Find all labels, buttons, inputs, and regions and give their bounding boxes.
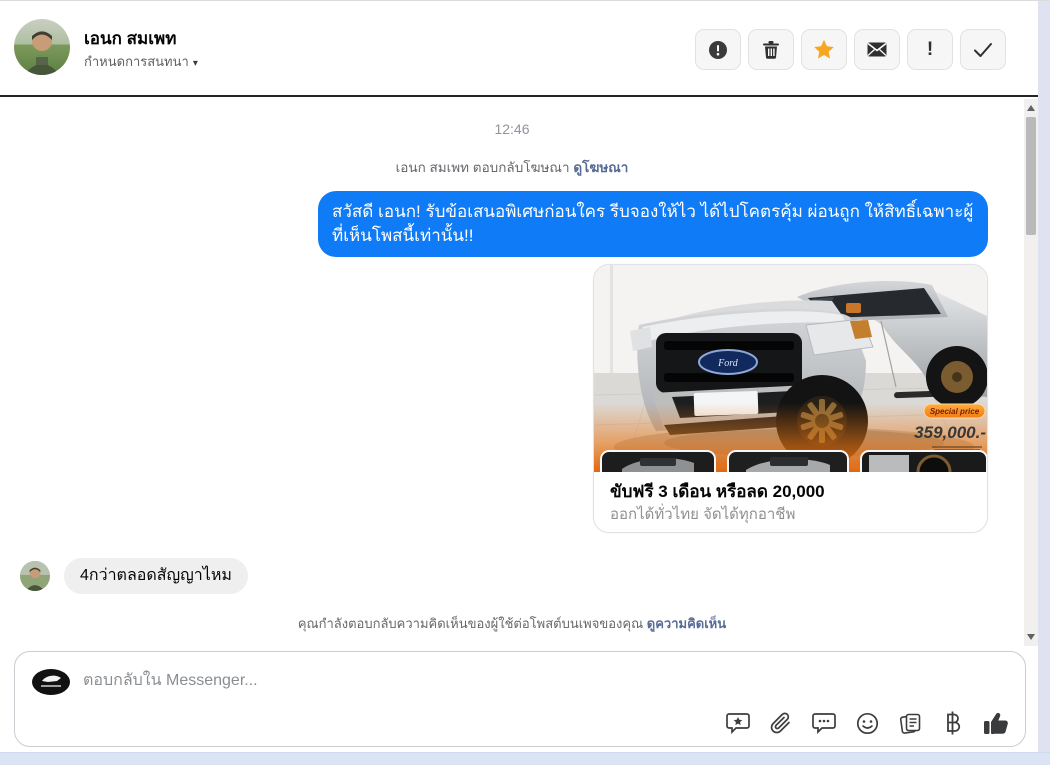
mark-done-button[interactable] (960, 29, 1006, 70)
composer-toolbar (725, 710, 1009, 736)
notes-button[interactable] (897, 710, 923, 736)
status-text: คุณกำลังตอบกลับความคิดเห็นของผู้ใช้ต่อโพ… (297, 616, 644, 631)
person-portrait-image (14, 19, 70, 75)
conversation-settings-dropdown[interactable]: กำหนดการสนทนา ▾ (84, 51, 198, 72)
header-action-bar: ! (695, 29, 1006, 70)
comment-dots-icon (812, 713, 836, 734)
message-input[interactable] (83, 668, 683, 694)
conversation-settings-label: กำหนดการสนทนา (84, 54, 189, 69)
ad-subtitle: ออกได้ทั่วไทย จัดได้ทุกอาชีพ (610, 506, 796, 523)
ad-reply-text: เอนก สมเพท ตอบกลับโฆษณา (395, 160, 570, 175)
paperclip-icon (770, 712, 790, 733)
message-thread: 12:46 เอนก สมเพท ตอบกลับโฆษณา ดูโฆษณา สว… (0, 99, 1024, 646)
reply-composer[interactable] (14, 651, 1026, 747)
mail-icon (867, 42, 887, 57)
incoming-message-bubble[interactable]: 4กว่าตลอดสัญญาไหม (64, 558, 248, 594)
trash-icon (763, 41, 779, 59)
emoji-button[interactable] (854, 710, 880, 736)
emoji-icon (856, 712, 878, 734)
page-background-rail (1038, 1, 1050, 753)
outgoing-message-bubble[interactable]: สวัสดี เอนก! รับข้อเสนอพิเศษก่อนใคร รีบจ… (318, 191, 988, 257)
timestamp: 12:46 (494, 121, 530, 137)
baht-payment-icon (947, 711, 961, 735)
ad-title: ขับฟรี 3 เดือน หรือลด 20,000 (610, 482, 825, 501)
exclamation-icon: ! (926, 38, 934, 60)
ford-logo-text: Ford (717, 358, 739, 369)
scroll-up-arrow-icon[interactable] (1027, 105, 1035, 111)
ad-reply-meta: เอนก สมเพท ตอบกลับโฆษณา ดูโฆษณา (0, 156, 1024, 178)
horizontal-scrollbar-track[interactable] (0, 752, 1050, 765)
ad-thumbnail-1 (600, 450, 716, 472)
chevron-down-icon: ▾ (192, 58, 198, 69)
alert-circle-icon (709, 40, 727, 59)
ad-card-footer: ขับฟรี 3 เดือน หรือลด 20,000 ออกได้ทั่วไ… (594, 472, 987, 526)
ad-thumbnail-3 (860, 450, 987, 472)
avatar (20, 561, 50, 591)
conversation-header: เอนก สมเพท กำหนดการสนทนา ▾ ! (0, 1, 1038, 97)
attach-file-button[interactable] (768, 710, 794, 736)
star-button[interactable] (801, 29, 847, 70)
ad-thumbnail-2 (727, 450, 849, 472)
incoming-message-row: 4กว่าตลอดสัญญาไหม (20, 558, 248, 594)
check-icon (974, 42, 992, 57)
price-text: 359,000.- (914, 423, 986, 442)
car-ad-image: Ford Special price 359,000.- (594, 265, 987, 472)
star-icon (814, 39, 834, 59)
saved-replies-icon (899, 713, 920, 734)
like-button[interactable] (983, 710, 1009, 736)
view-ad-link[interactable]: ดูโฆษณา (573, 160, 628, 175)
scroll-down-arrow-icon[interactable] (1027, 634, 1035, 640)
special-price-badge: Special price (930, 407, 980, 416)
ad-attachment-card[interactable]: Ford Special price 359,000.- ขับฟรี 3 เด… (593, 264, 988, 533)
delete-button[interactable] (748, 29, 794, 70)
page-logo-avatar (32, 669, 70, 695)
view-comment-link[interactable]: ดูความคิดเห็น (647, 616, 726, 631)
avatar[interactable] (14, 19, 70, 75)
contact-name: เอนก สมเพท (84, 29, 177, 48)
person-portrait-image (20, 561, 50, 591)
sticker-icon (726, 713, 750, 734)
reply-context-status: คุณกำลังตอบกลับความคิดเห็นของผู้ใช้ต่อโพ… (0, 613, 1024, 634)
vertical-scrollbar[interactable] (1024, 99, 1038, 646)
mark-unread-button[interactable] (854, 29, 900, 70)
scrollbar-thumb[interactable] (1026, 117, 1036, 235)
flag-important-button[interactable]: ! (907, 29, 953, 70)
payment-button[interactable] (940, 710, 966, 736)
like-thumb-icon (984, 712, 1008, 734)
sticker-button[interactable] (725, 710, 751, 736)
report-button[interactable] (695, 29, 741, 70)
saved-reply-button[interactable] (811, 710, 837, 736)
